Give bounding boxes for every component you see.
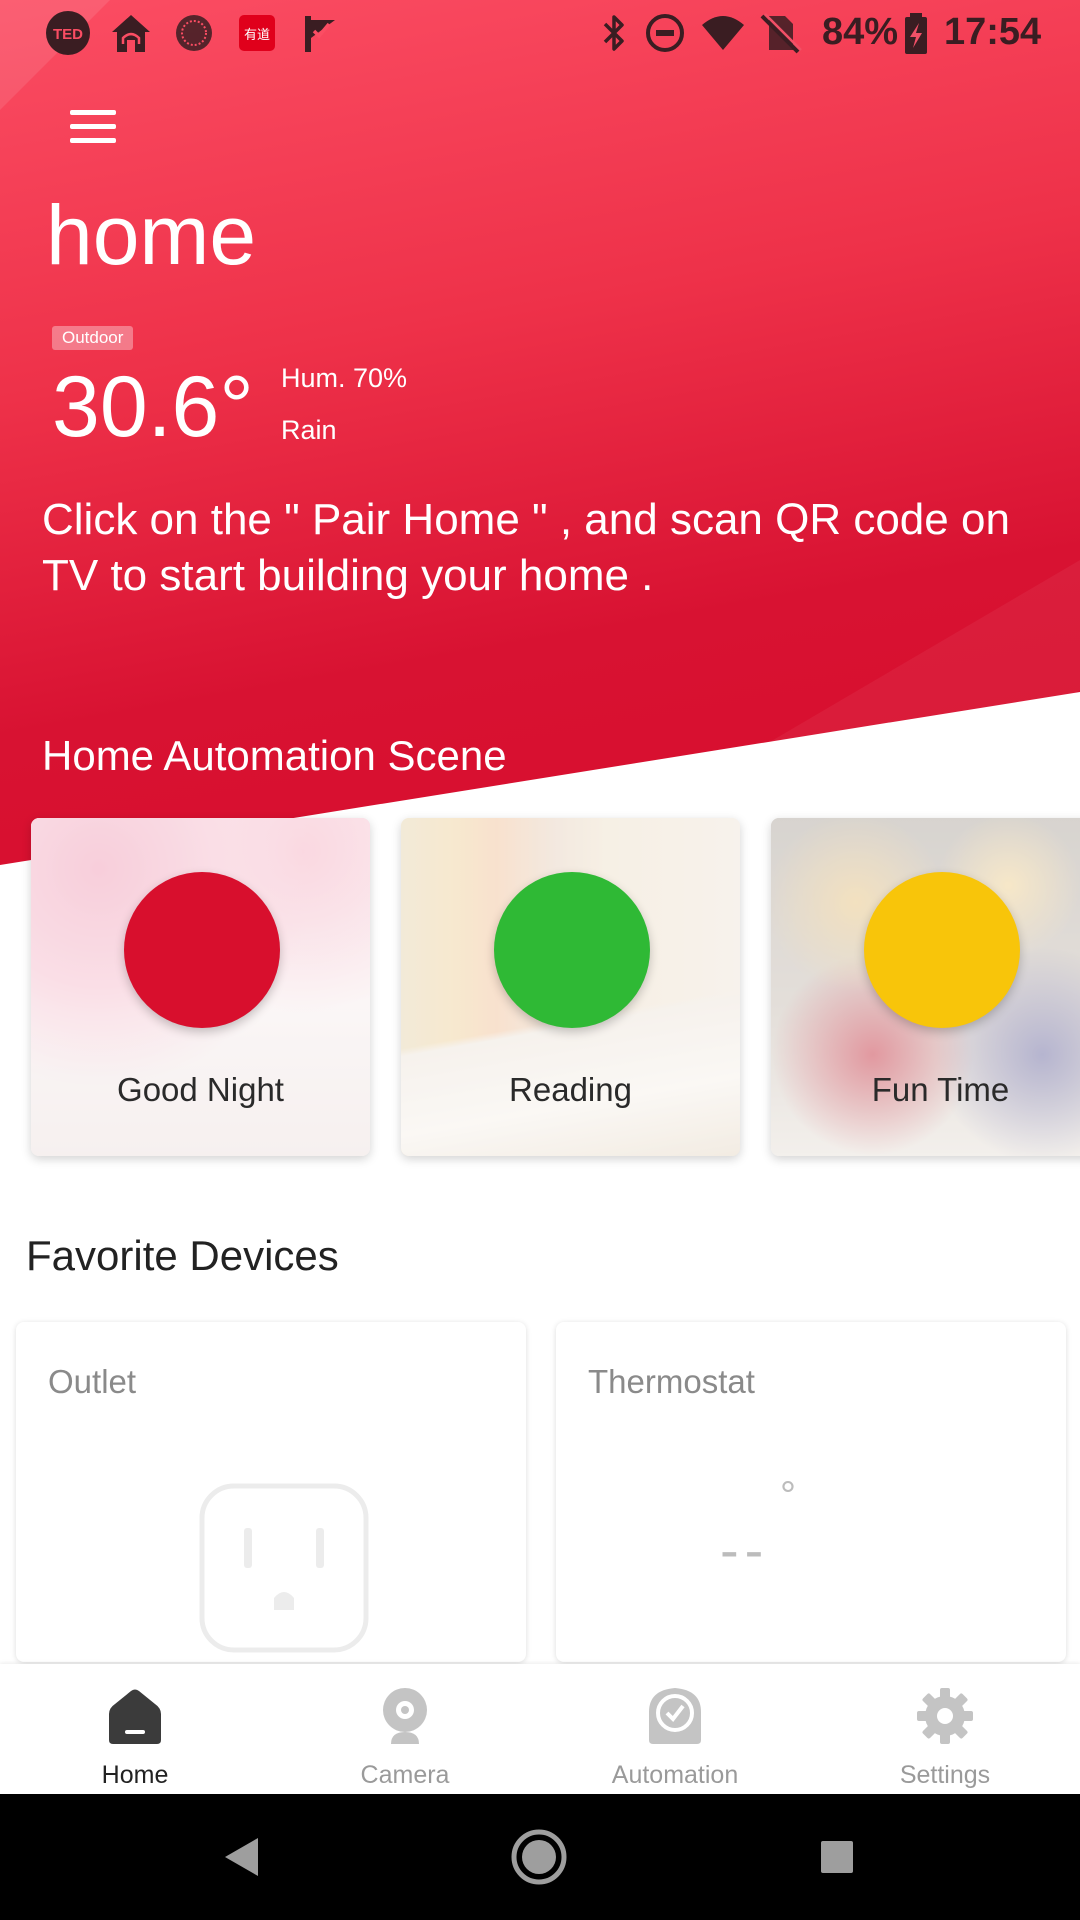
ted-icon: TED xyxy=(45,10,91,56)
weather-condition: Rain xyxy=(281,415,337,445)
device-label: Outlet xyxy=(48,1363,137,1400)
battery-charging-icon xyxy=(893,10,939,56)
outlet-icon xyxy=(198,1482,370,1654)
settings-icon xyxy=(913,1684,977,1748)
youdao-icon-label: 有道 xyxy=(244,28,270,43)
nav-tab-automation[interactable]: Automation xyxy=(540,1664,810,1794)
bluetooth-icon xyxy=(591,10,637,56)
favorite-devices-title: Favorite Devices xyxy=(26,1232,339,1279)
check-flag-icon xyxy=(297,10,343,56)
scene-card-reading[interactable]: Reading xyxy=(401,818,740,1156)
nav-tab-settings[interactable]: Settings xyxy=(810,1664,1080,1794)
outdoor-badge: Outdoor xyxy=(52,326,134,350)
home-icon xyxy=(103,1684,167,1748)
battery-percentage: 84% xyxy=(822,11,899,53)
youdao-icon: 有道 xyxy=(234,10,280,56)
scene-label: Fun Time xyxy=(871,1071,1010,1108)
bottom-navigation: Home Camera Automation Settings xyxy=(0,1664,1080,1794)
humidity-value: Hum. 70% xyxy=(281,363,408,393)
recents-icon[interactable] xyxy=(804,1824,870,1890)
thermostat-value: -- xyxy=(720,1518,770,1581)
pair-home-hint: Click on the " Pair Home " , and scan QR… xyxy=(42,495,1010,600)
thermostat-unit: ° xyxy=(780,1474,796,1518)
menu-icon-bar xyxy=(70,110,116,115)
do-not-disturb-icon xyxy=(642,10,688,56)
circle-app-icon xyxy=(171,10,217,56)
scene-label: Reading xyxy=(509,1071,632,1108)
home-circle-icon[interactable] xyxy=(506,1824,572,1890)
temperature-value: 30.6° xyxy=(52,359,254,455)
menu-icon-bar xyxy=(70,138,116,143)
camera-icon xyxy=(373,1684,437,1748)
scene-card-fun-time[interactable]: Fun Time xyxy=(771,818,1080,1156)
nav-label: Automation xyxy=(611,1761,739,1789)
device-card-outlet[interactable]: Outlet xyxy=(16,1322,526,1662)
automation-icon xyxy=(643,1684,707,1748)
device-card-thermostat[interactable]: Thermostat -- ° xyxy=(556,1322,1066,1662)
back-icon[interactable] xyxy=(208,1824,274,1890)
device-label: Thermostat xyxy=(588,1363,755,1400)
scene-color-dot xyxy=(864,872,1020,1028)
clock-time: 17:54 xyxy=(944,11,1042,53)
nav-label: Home xyxy=(101,1761,169,1789)
scene-color-dot xyxy=(494,872,650,1028)
no-sim-icon xyxy=(757,10,803,56)
menu-button[interactable] xyxy=(62,102,126,154)
scene-section-title: Home Automation Scene xyxy=(42,732,507,779)
menu-icon-bar xyxy=(70,124,116,129)
nav-label: Settings xyxy=(899,1761,991,1789)
wifi-icon xyxy=(700,10,746,56)
ted-icon-label: TED xyxy=(53,26,83,43)
nav-tab-camera[interactable]: Camera xyxy=(270,1664,540,1794)
scene-label: Good Night xyxy=(117,1071,284,1108)
system-navigation-bar xyxy=(0,1794,1080,1920)
nav-tab-home[interactable]: Home xyxy=(0,1664,270,1794)
status-bar: TED 有道 84% 17:54 xyxy=(0,0,1080,64)
page-title: home xyxy=(46,188,257,282)
home-app-icon xyxy=(108,10,154,56)
scene-color-dot xyxy=(124,872,280,1028)
scene-card-good-night[interactable]: Good Night xyxy=(31,818,370,1156)
nav-label: Camera xyxy=(360,1761,450,1789)
